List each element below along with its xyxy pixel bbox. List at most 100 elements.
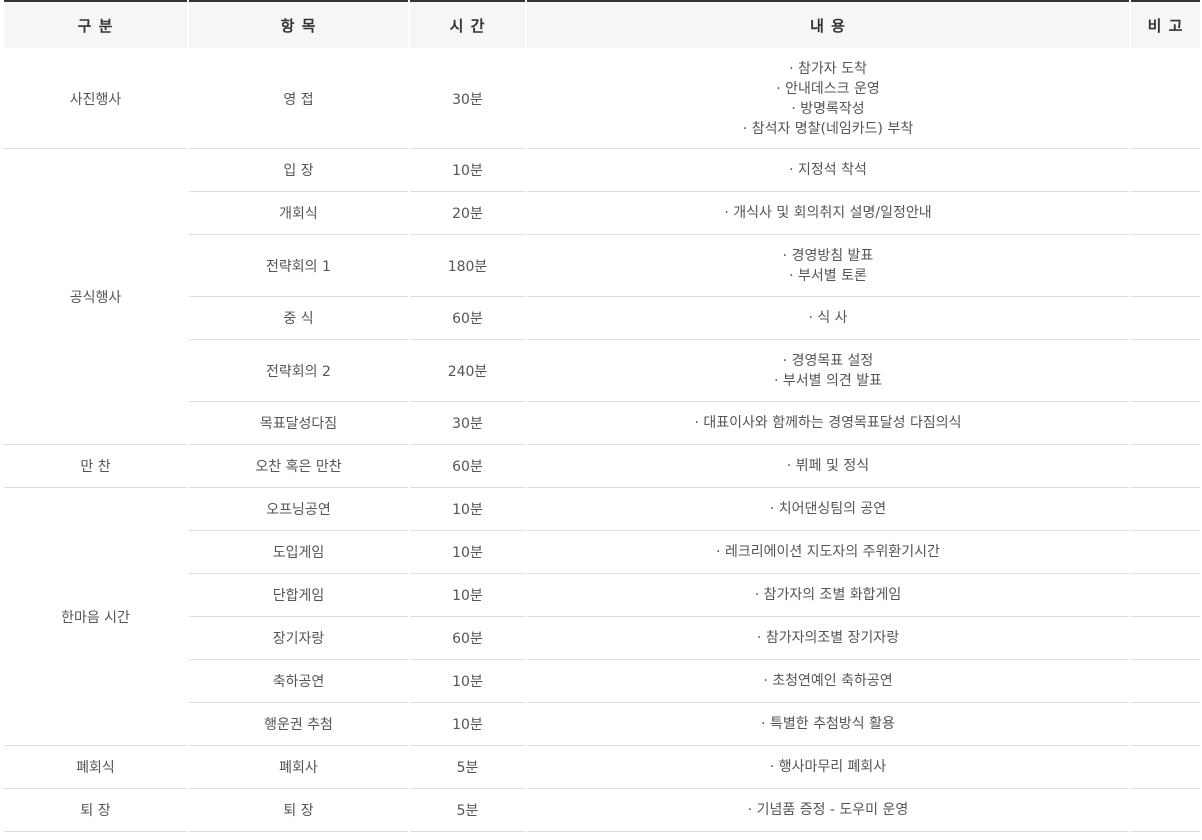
item-cell: 입 장 [189,149,408,192]
content-line: · 개식사 및 회의취지 설명/일정안내 [724,205,932,221]
time-cell: 240분 [410,340,525,402]
content-line: · 뷔페 및 정식 [786,458,870,474]
item-cell: 행운권 추첨 [189,703,408,746]
note-cell [1131,660,1200,703]
content-cell: · 경영방침 발표 · 부서별 토론 [527,235,1129,297]
note-cell [1131,703,1200,746]
content-cell: · 뷔페 및 정식 [527,445,1129,488]
note-cell [1131,445,1200,488]
table-row: 공식행사 입 장 10분 · 지정석 착석 [4,149,1200,445]
time-cell: 10분 [410,660,525,703]
content-cell: · 레크리에이션 지도자의 주위환기시간 [527,531,1129,574]
note-cell [1131,746,1200,789]
note-cell [1131,149,1200,192]
content-line: · 안내데스크 운영 [776,81,880,97]
table-row: 한마음 시간 오프닝공연 10분 · 치어댄싱팀의 공연 [4,488,1200,746]
time-cell: 60분 [410,617,525,660]
time-cell: 5분 [410,746,525,789]
content-cell: · 행사마무리 폐회사 [527,746,1129,789]
table-row: 퇴 장 퇴 장 5분 · 기념품 증정 - 도우미 운영 [4,789,1200,832]
content-line: · 참석자 명찰(네임카드) 부착 [742,121,914,137]
note-cell [1131,488,1200,531]
content-line: · 초청연예인 축하공연 [763,673,893,689]
time-cell: 10분 [410,531,525,574]
item-cell: 장기자랑 [189,617,408,660]
content-line: · 부서별 의견 발표 [774,372,882,389]
category-cell: 폐회식 [4,746,187,789]
time-cell: 10분 [410,149,525,192]
item-cell: 오찬 혹은 만찬 [189,445,408,488]
content-cell: · 경영목표 설정 · 부서별 의견 발표 [527,340,1129,402]
item-cell: 폐회사 [189,746,408,789]
content-cell: · 기념품 증정 - 도우미 운영 [527,789,1129,832]
schedule-table: 구 분 항 목 시 간 내 용 비 고 사진행사 영 접 30분 · 참가자 도… [2,0,1202,832]
note-cell [1131,531,1200,574]
note-cell [1131,50,1200,149]
content-line: · 경영목표 설정 [782,352,874,369]
table-row: 사진행사 영 접 30분 · 참가자 도착 · 안내데스크 운영 · 방명록작성… [4,50,1200,149]
item-cell: 개회식 [189,192,408,235]
content-cell: · 참가자의조별 장기자랑 [527,617,1129,660]
time-cell: 180분 [410,235,525,297]
header-row: 구 분 항 목 시 간 내 용 비 고 [4,0,1200,50]
note-cell [1131,789,1200,832]
note-cell [1131,617,1200,660]
item-cell: 퇴 장 [189,789,408,832]
item-cell: 축하공연 [189,660,408,703]
content-line: · 지정석 착석 [789,162,867,178]
header-category: 구 분 [4,0,187,50]
time-cell: 5분 [410,789,525,832]
content-cell: · 개식사 및 회의취지 설명/일정안내 [527,192,1129,235]
time-cell: 10분 [410,703,525,746]
item-cell: 도입게임 [189,531,408,574]
item-cell: 중 식 [189,297,408,340]
content-line: · 식 사 [808,310,848,326]
note-cell [1131,402,1200,445]
note-cell [1131,235,1200,297]
content-line: · 부서별 토론 [789,267,867,284]
category-cell: 퇴 장 [4,789,187,832]
item-cell: 목표달성다짐 [189,402,408,445]
header-content: 내 용 [527,0,1129,50]
content-cell: · 참가자 도착 · 안내데스크 운영 · 방명록작성 · 참석자 명찰(네임카… [527,50,1129,149]
content-cell: · 치어댄싱팀의 공연 [527,488,1129,531]
content-line: · 레크리에이션 지도자의 주위환기시간 [716,544,940,560]
time-cell: 60분 [410,445,525,488]
note-cell [1131,297,1200,340]
header-time: 시 간 [410,0,525,50]
time-cell: 20분 [410,192,525,235]
content-cell: · 식 사 [527,297,1129,340]
content-cell: · 특별한 추첨방식 활용 [527,703,1129,746]
content-line: · 참가자 도착 [789,61,867,77]
header-item: 항 목 [189,0,408,50]
header-note: 비 고 [1131,0,1200,50]
content-cell: · 대표이사와 함께하는 경영목표달성 다짐의식 [527,402,1129,445]
item-cell: 전략회의 1 [189,235,408,297]
note-cell [1131,574,1200,617]
content-line: · 기념품 증정 - 도우미 운영 [747,802,909,818]
item-cell: 오프닝공연 [189,488,408,531]
category-cell: 만 찬 [4,445,187,488]
content-line: · 치어댄싱팀의 공연 [769,501,887,517]
note-cell [1131,340,1200,402]
content-line: · 경영방침 발표 [782,247,874,264]
time-cell: 30분 [410,402,525,445]
time-cell: 30분 [410,50,525,149]
note-cell [1131,192,1200,235]
time-cell: 10분 [410,574,525,617]
content-line: · 행사마무리 폐회사 [769,759,887,775]
item-cell: 단합게임 [189,574,408,617]
content-line: · 참가자의 조별 화합게임 [754,587,902,603]
content-line: · 대표이사와 함께하는 경영목표달성 다짐의식 [694,415,962,431]
content-cell: · 초청연예인 축하공연 [527,660,1129,703]
item-cell: 전략회의 2 [189,340,408,402]
content-cell: · 참가자의 조별 화합게임 [527,574,1129,617]
item-cell: 영 접 [189,50,408,149]
table-row: 폐회식 폐회사 5분 · 행사마무리 폐회사 [4,746,1200,789]
time-cell: 10분 [410,488,525,531]
content-line: · 방명록작성 [791,101,865,117]
category-cell: 사진행사 [4,50,187,149]
content-line: · 참가자의조별 장기자랑 [756,630,900,646]
category-cell: 공식행사 [4,149,187,445]
content-line: · 특별한 추첨방식 활용 [761,716,895,732]
